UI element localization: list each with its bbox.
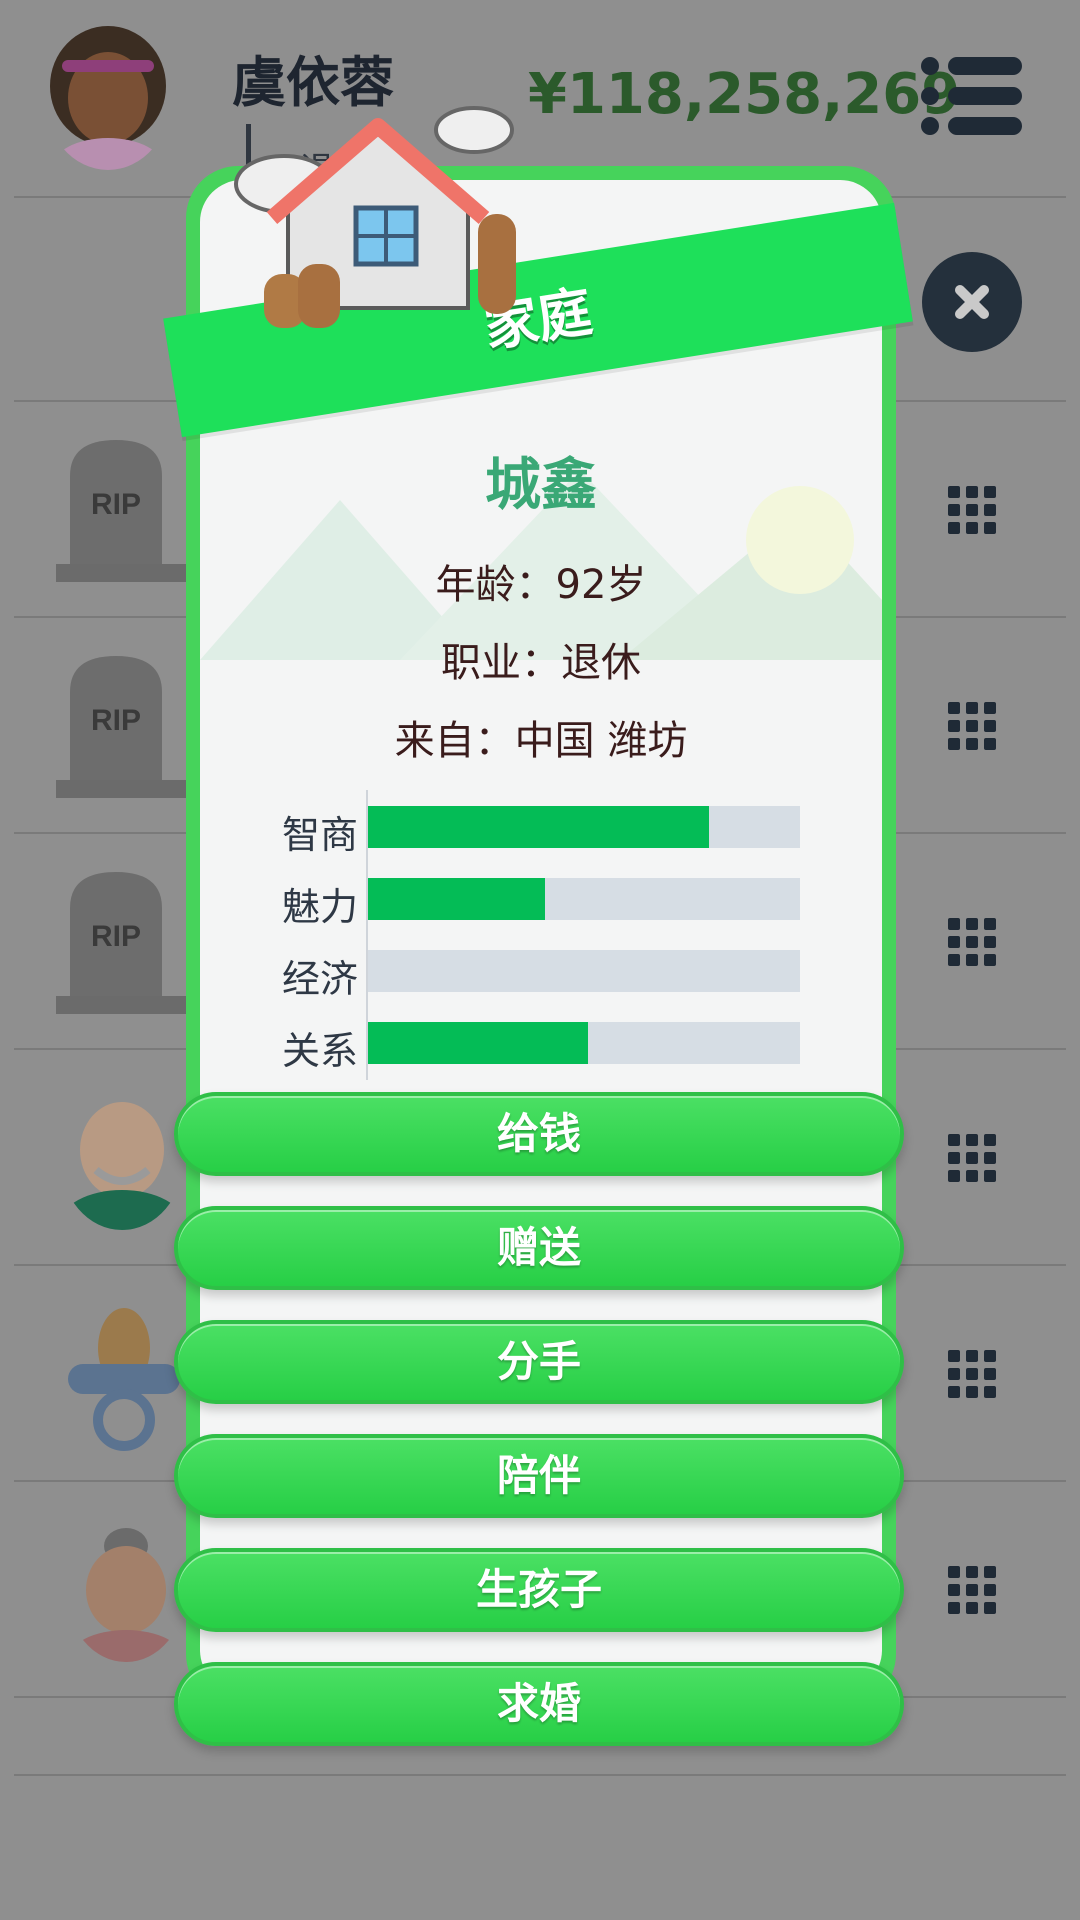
stat-bar-iq: [368, 806, 800, 848]
stat-label-iq: 智商: [281, 813, 358, 857]
tombstone-icon: RIP: [56, 868, 186, 1014]
stat-label-relation: 关系: [281, 1029, 358, 1073]
close-icon[interactable]: [922, 252, 1022, 352]
tombstone-icon: RIP: [56, 652, 186, 798]
person-origin: 来自：中国 潍坊: [394, 718, 688, 764]
stat-label-charm: 魅力: [281, 885, 358, 929]
grid-menu-icon[interactable]: [948, 486, 996, 534]
tomb-rip-text: RIP: [91, 488, 141, 521]
avatar-old-man: [60, 1084, 184, 1230]
stat-bar-fill: [368, 1022, 589, 1064]
money-balance: ¥118,258,269: [528, 62, 961, 127]
tomb-rip-text: RIP: [91, 920, 141, 953]
gift-button[interactable]: 赠送: [174, 1206, 904, 1290]
stat-bar-fill: [368, 806, 710, 848]
accompany-button[interactable]: 陪伴: [174, 1434, 904, 1518]
tomb-rip-text: RIP: [91, 704, 141, 737]
stat-bar-wealth: [368, 950, 800, 992]
grid-menu-icon[interactable]: [948, 1566, 996, 1614]
give-money-button[interactable]: 给钱: [174, 1092, 904, 1176]
stat-bar-relation: [368, 1022, 800, 1064]
break-up-button[interactable]: 分手: [174, 1320, 904, 1404]
person-job: 职业：退休: [441, 640, 641, 686]
pacifier-icon: [64, 1302, 184, 1452]
stat-bar-fill: [368, 878, 546, 920]
player-avatar: [44, 20, 172, 170]
stat-label-wealth: 经济: [281, 957, 358, 1001]
hamburger-menu-icon[interactable]: [920, 56, 1024, 136]
have-child-button[interactable]: 生孩子: [174, 1548, 904, 1632]
grid-menu-icon[interactable]: [948, 1350, 996, 1398]
grid-menu-icon[interactable]: [948, 918, 996, 966]
tombstone-icon: RIP: [56, 436, 186, 582]
house-icon: [228, 98, 528, 328]
grid-menu-icon[interactable]: [948, 1134, 996, 1182]
avatar-woman-icon: [50, 26, 166, 170]
person-name: 城鑫: [485, 453, 597, 518]
avatar-old-woman: [66, 1516, 186, 1662]
stat-bar-charm: [368, 878, 800, 920]
grid-menu-icon[interactable]: [948, 702, 996, 750]
divider: [14, 1774, 1066, 1776]
person-age: 年龄：92岁: [435, 562, 647, 608]
propose-button[interactable]: 求婚: [174, 1662, 904, 1746]
